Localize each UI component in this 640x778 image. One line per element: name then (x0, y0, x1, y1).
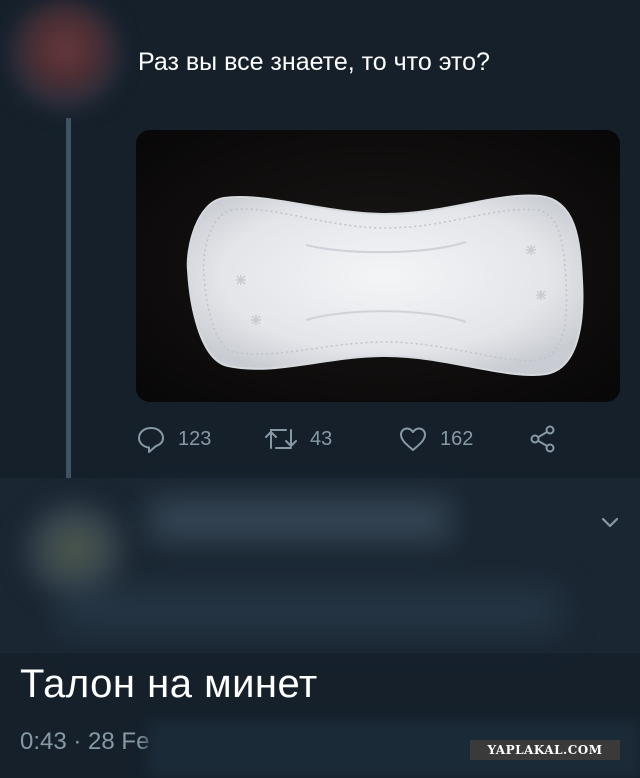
tweet-text: Раз вы все знаете, то что это? (138, 48, 490, 76)
share-icon (530, 425, 555, 453)
tweet-thread-screen: Раз вы все знаете, то что это? 123 43 16… (0, 0, 640, 778)
like-count: 162 (440, 427, 474, 450)
retweet-icon (265, 429, 297, 449)
reply-meta-redacted (60, 590, 560, 630)
tweet-actions-bar: 123 43 162 (0, 422, 640, 456)
reply-text: Талон на минет (20, 662, 318, 706)
reply-author-avatar[interactable] (20, 500, 130, 600)
reply-action[interactable]: 123 (136, 422, 211, 456)
like-action[interactable]: 162 (398, 422, 473, 456)
author-avatar[interactable] (10, 0, 120, 110)
retweet-count: 43 (310, 427, 333, 450)
panty-liner-photo (136, 130, 620, 402)
reply-icon (138, 427, 164, 453)
retweet-action[interactable]: 43 (264, 422, 332, 456)
reply-timestamp[interactable]: 0:43 · 28 Feb (20, 728, 150, 756)
tweet-media-image[interactable] (136, 130, 620, 402)
site-watermark: YAPLAKAL.COM (470, 740, 620, 760)
reply-author-name-redacted (150, 500, 450, 540)
share-action[interactable] (528, 422, 558, 456)
chevron-down-icon[interactable] (598, 510, 622, 534)
reply-count: 123 (178, 427, 212, 450)
heart-icon (400, 427, 426, 451)
